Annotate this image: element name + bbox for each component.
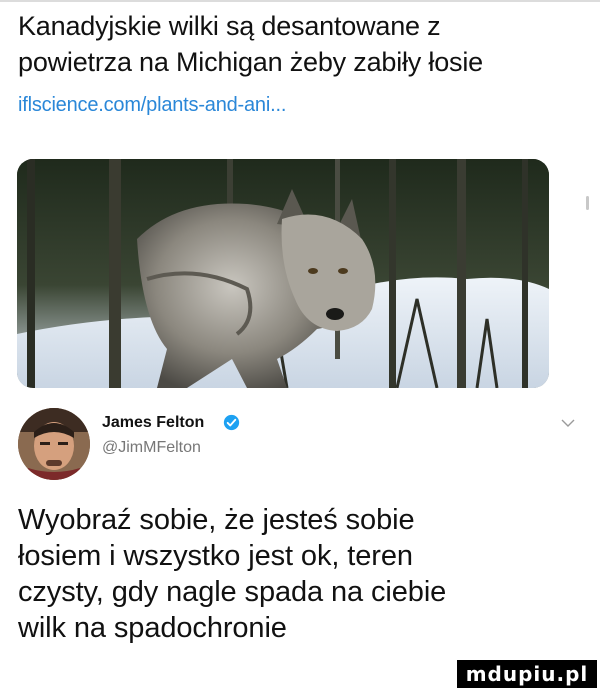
scrollbar[interactable] — [586, 196, 589, 210]
author-name[interactable]: James Felton — [102, 414, 204, 432]
tweet-line: wilk na spadochronie — [18, 612, 287, 644]
headline-line: Kanadyjskie wilki są desantowane z — [18, 11, 441, 41]
tweet-line: Wyobraź sobie, że jesteś sobie — [18, 504, 415, 536]
avatar[interactable] — [18, 408, 90, 480]
wolf-photo — [17, 159, 549, 388]
headline: Kanadyjskie wilki są desantowane z powie… — [18, 8, 590, 80]
chevron-down-icon[interactable] — [561, 418, 575, 428]
top-divider — [0, 0, 600, 2]
avatar-photo — [18, 408, 90, 480]
source-link[interactable]: iflscience.com/plants-and-ani... — [18, 94, 286, 117]
verified-badge-icon — [223, 414, 240, 431]
tweet-image[interactable] — [17, 159, 549, 388]
author-handle[interactable]: @JimMFelton — [102, 439, 201, 457]
tweet-line: łosiem i wszystko jest ok, teren — [18, 540, 413, 572]
tweet-line: czysty, gdy nagle spada na ciebie — [18, 576, 447, 608]
watermark: mdupiu.pl — [457, 660, 597, 688]
tweet-text: Wyobraź sobie, że jesteś sobie łosiem i … — [18, 502, 558, 646]
headline-line: powietrza na Michigan żeby zabiły łosie — [18, 47, 483, 77]
